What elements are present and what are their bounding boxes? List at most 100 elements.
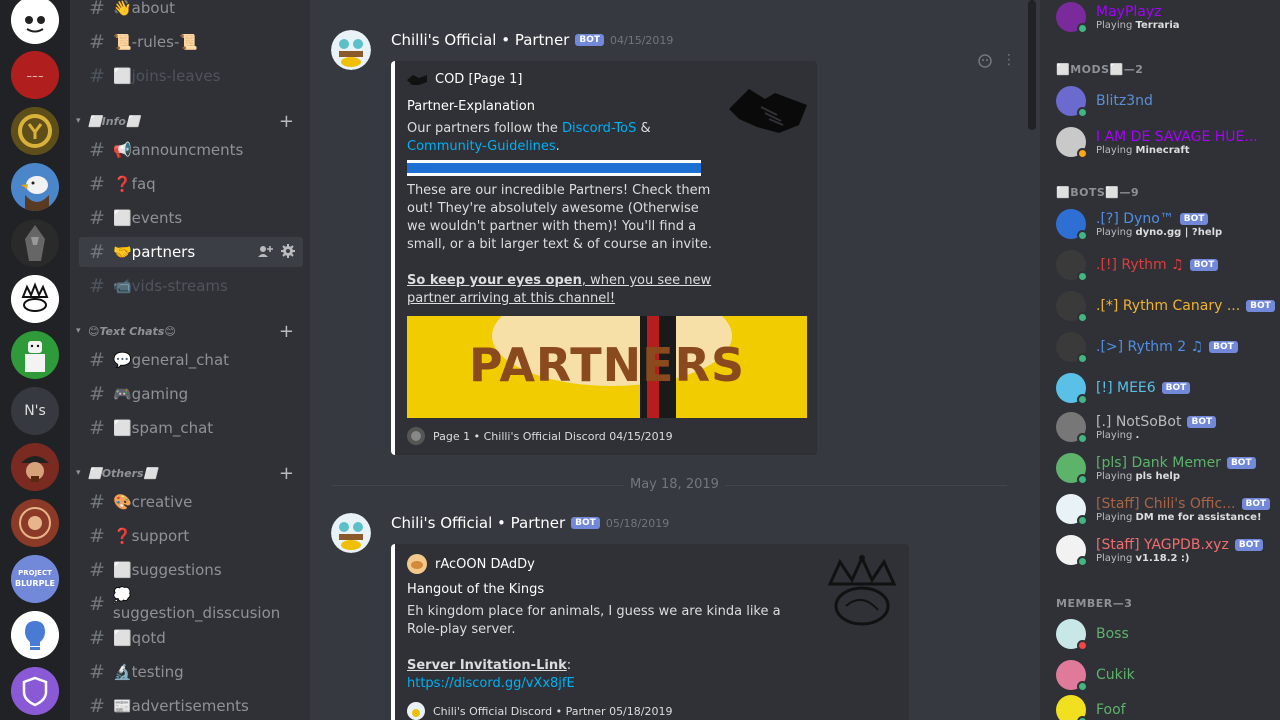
channel-vids-streams[interactable]: # 📹vids-streams bbox=[79, 271, 303, 301]
member-item[interactable]: [!] MEE6 BOT bbox=[1056, 368, 1276, 408]
status-dnd-icon bbox=[1077, 640, 1088, 651]
server-icon-warrior[interactable] bbox=[11, 219, 59, 267]
chili-avatar-icon bbox=[331, 513, 371, 553]
channel-advertisements[interactable]: # 📰advertisements bbox=[79, 691, 303, 720]
channel-suggestion-disscusion[interactable]: # 💭 suggestion_disscusion bbox=[79, 586, 303, 622]
member-item[interactable]: [Staff] YAGPDB.xyz BOT Playing v1.18.2 :) bbox=[1056, 530, 1276, 570]
channel-testing[interactable]: # 🔬testing bbox=[79, 657, 303, 687]
status-online-icon bbox=[1077, 107, 1088, 118]
hash-icon: # bbox=[89, 627, 105, 649]
member-item[interactable]: .[>] Rythm 2 ♫ BOT bbox=[1056, 327, 1276, 367]
member-item[interactable]: .[*] Rythm Canary ... BOT bbox=[1056, 286, 1276, 326]
channel-name: 📜-rules-📜 bbox=[113, 33, 199, 51]
emblem-icon bbox=[11, 499, 59, 547]
member-item[interactable]: [.] NotSoBot BOT Playing . bbox=[1056, 407, 1276, 447]
embed-title: Partner-Explanation bbox=[407, 99, 535, 114]
invite-label-line: Server Invitation-Link: bbox=[407, 657, 571, 675]
add-channel-icon[interactable]: + bbox=[279, 463, 294, 484]
channel-suggestions[interactable]: # ⬜suggestions bbox=[79, 555, 303, 585]
server-icon-emblem[interactable] bbox=[11, 499, 59, 547]
member-item[interactable]: Blitz3nd bbox=[1056, 81, 1276, 121]
hash-icon: # bbox=[89, 559, 105, 581]
channel-qotd[interactable]: # ⬜qotd bbox=[79, 623, 303, 653]
member-activity: Playing Terraria bbox=[1096, 19, 1180, 31]
server-icon-ns[interactable]: N's bbox=[11, 387, 59, 435]
channel-general-chat[interactable]: # 💬general_chat bbox=[79, 345, 303, 375]
member-activity: Playing pls help bbox=[1096, 470, 1181, 482]
server-icon-clou[interactable] bbox=[11, 275, 59, 323]
category-info[interactable]: ▾ ⬜Info⬜ + bbox=[76, 111, 304, 132]
server-icon-red[interactable]: ~~~ bbox=[11, 51, 59, 99]
member-item[interactable]: Cukik bbox=[1056, 655, 1276, 695]
channel-gaming[interactable]: # 🎮gaming bbox=[79, 379, 303, 409]
channel-name: 🎨creative bbox=[113, 493, 193, 511]
channel-support[interactable]: # ❓support bbox=[79, 521, 303, 551]
member-item[interactable]: .[!] Rythm ♫ BOT bbox=[1056, 245, 1276, 285]
gear-icon[interactable] bbox=[281, 244, 295, 258]
status-online-icon bbox=[1077, 23, 1088, 34]
channel-events[interactable]: # ⬜events bbox=[79, 203, 303, 233]
server-icon-blurple[interactable]: PROJECT BLURPLE bbox=[11, 555, 59, 603]
member-item[interactable]: MayPlayz Playing Terraria bbox=[1056, 0, 1276, 37]
add-channel-icon[interactable]: + bbox=[279, 321, 294, 342]
server-icon-clifoy[interactable] bbox=[11, 0, 59, 44]
channel-announcments[interactable]: # 📢announcments bbox=[79, 135, 303, 165]
bot-badge: BOT bbox=[571, 517, 600, 529]
pirate-icon bbox=[11, 443, 59, 491]
channel-name: 🤝partners bbox=[113, 243, 196, 261]
amp-text: & bbox=[636, 121, 651, 136]
channel-name: 🎮gaming bbox=[113, 385, 189, 403]
channel-faq[interactable]: # ❓faq bbox=[79, 169, 303, 199]
message-author[interactable]: Chilli's Official • Partner bbox=[391, 31, 569, 49]
member-item[interactable]: [Staff] Chili's Offic... BOT Playing DM me… bbox=[1056, 489, 1276, 529]
hash-icon: # bbox=[89, 241, 105, 263]
channel-spam-chat[interactable]: # ⬜spam_chat bbox=[79, 413, 303, 443]
invite-user-icon[interactable] bbox=[257, 244, 273, 258]
scrollbar[interactable] bbox=[1028, 0, 1036, 130]
footer-logo-icon bbox=[407, 427, 425, 445]
channel-about[interactable]: # 👋about bbox=[79, 0, 303, 23]
avatar[interactable] bbox=[331, 30, 371, 70]
server-icon-lego[interactable] bbox=[11, 331, 59, 379]
member-item[interactable]: I AM DE SAVAGE HUE... Playing Minecraft bbox=[1056, 122, 1276, 162]
channel-creative[interactable]: # 🎨creative bbox=[79, 487, 303, 517]
member-item[interactable]: Boss bbox=[1056, 614, 1276, 654]
bot-badge: BOT bbox=[1241, 497, 1271, 510]
svg-text:~~~: ~~~ bbox=[26, 73, 44, 81]
member-item[interactable]: .[?] Dyno™ BOT Playing dyno.gg | ?help bbox=[1056, 204, 1276, 244]
server-icon-pirate[interactable] bbox=[11, 443, 59, 491]
category-text-chats[interactable]: ▾ 😊Text Chats😊 + bbox=[76, 321, 304, 342]
invite-link[interactable]: https://discord.gg/vXx8jfE bbox=[407, 675, 575, 693]
community-guidelines-link[interactable]: Community-Guidelines bbox=[407, 139, 556, 154]
message-author[interactable]: Chili's Official • Partner bbox=[391, 514, 565, 532]
channel-name: ⬜qotd bbox=[113, 629, 166, 647]
member-item[interactable]: Foof bbox=[1056, 690, 1276, 720]
partners-banner-image[interactable]: PARTNERS bbox=[407, 316, 807, 418]
bot-badge: BOT bbox=[1234, 538, 1264, 551]
server-icon-shield[interactable] bbox=[11, 667, 59, 715]
channel-name: 📰advertisements bbox=[113, 697, 249, 715]
server-icon-eagle[interactable] bbox=[11, 163, 59, 211]
bot-badge: BOT bbox=[1161, 382, 1191, 394]
discord-tos-link[interactable]: Discord-ToS bbox=[562, 121, 636, 136]
channel-joins-leaves[interactable]: # ⬜joins-leaves bbox=[79, 61, 303, 91]
channel-partners[interactable]: # 🤝partners bbox=[79, 237, 303, 267]
avatar[interactable] bbox=[331, 513, 371, 553]
status-idle-icon bbox=[1077, 148, 1088, 159]
add-channel-icon[interactable]: + bbox=[279, 111, 294, 132]
channel-name: 💬general_chat bbox=[113, 351, 230, 369]
member-activity: Playing . bbox=[1096, 429, 1140, 441]
server-icon-bulb[interactable] bbox=[11, 611, 59, 659]
server-icon-gold[interactable] bbox=[11, 107, 59, 155]
channel-rules[interactable]: # 📜-rules-📜 bbox=[79, 27, 303, 57]
bot-badge: BOT bbox=[1246, 300, 1275, 312]
message-header: Chilli's Official • Partner BOT 04/15/20… bbox=[391, 31, 673, 49]
member-item[interactable]: [pls] Dank Memer BOT Playing pls help bbox=[1056, 448, 1276, 488]
add-reaction-icon[interactable] bbox=[978, 54, 992, 68]
status-online-icon bbox=[1077, 394, 1088, 405]
role-header-members: MEMBER—3 bbox=[1056, 597, 1133, 610]
more-options-icon[interactable]: ⋮ bbox=[1002, 52, 1016, 68]
member-name: Blitz3nd bbox=[1096, 93, 1153, 109]
category-others[interactable]: ▾ ⬜Others⬜ + bbox=[76, 463, 304, 484]
status-online-icon bbox=[1077, 556, 1088, 567]
